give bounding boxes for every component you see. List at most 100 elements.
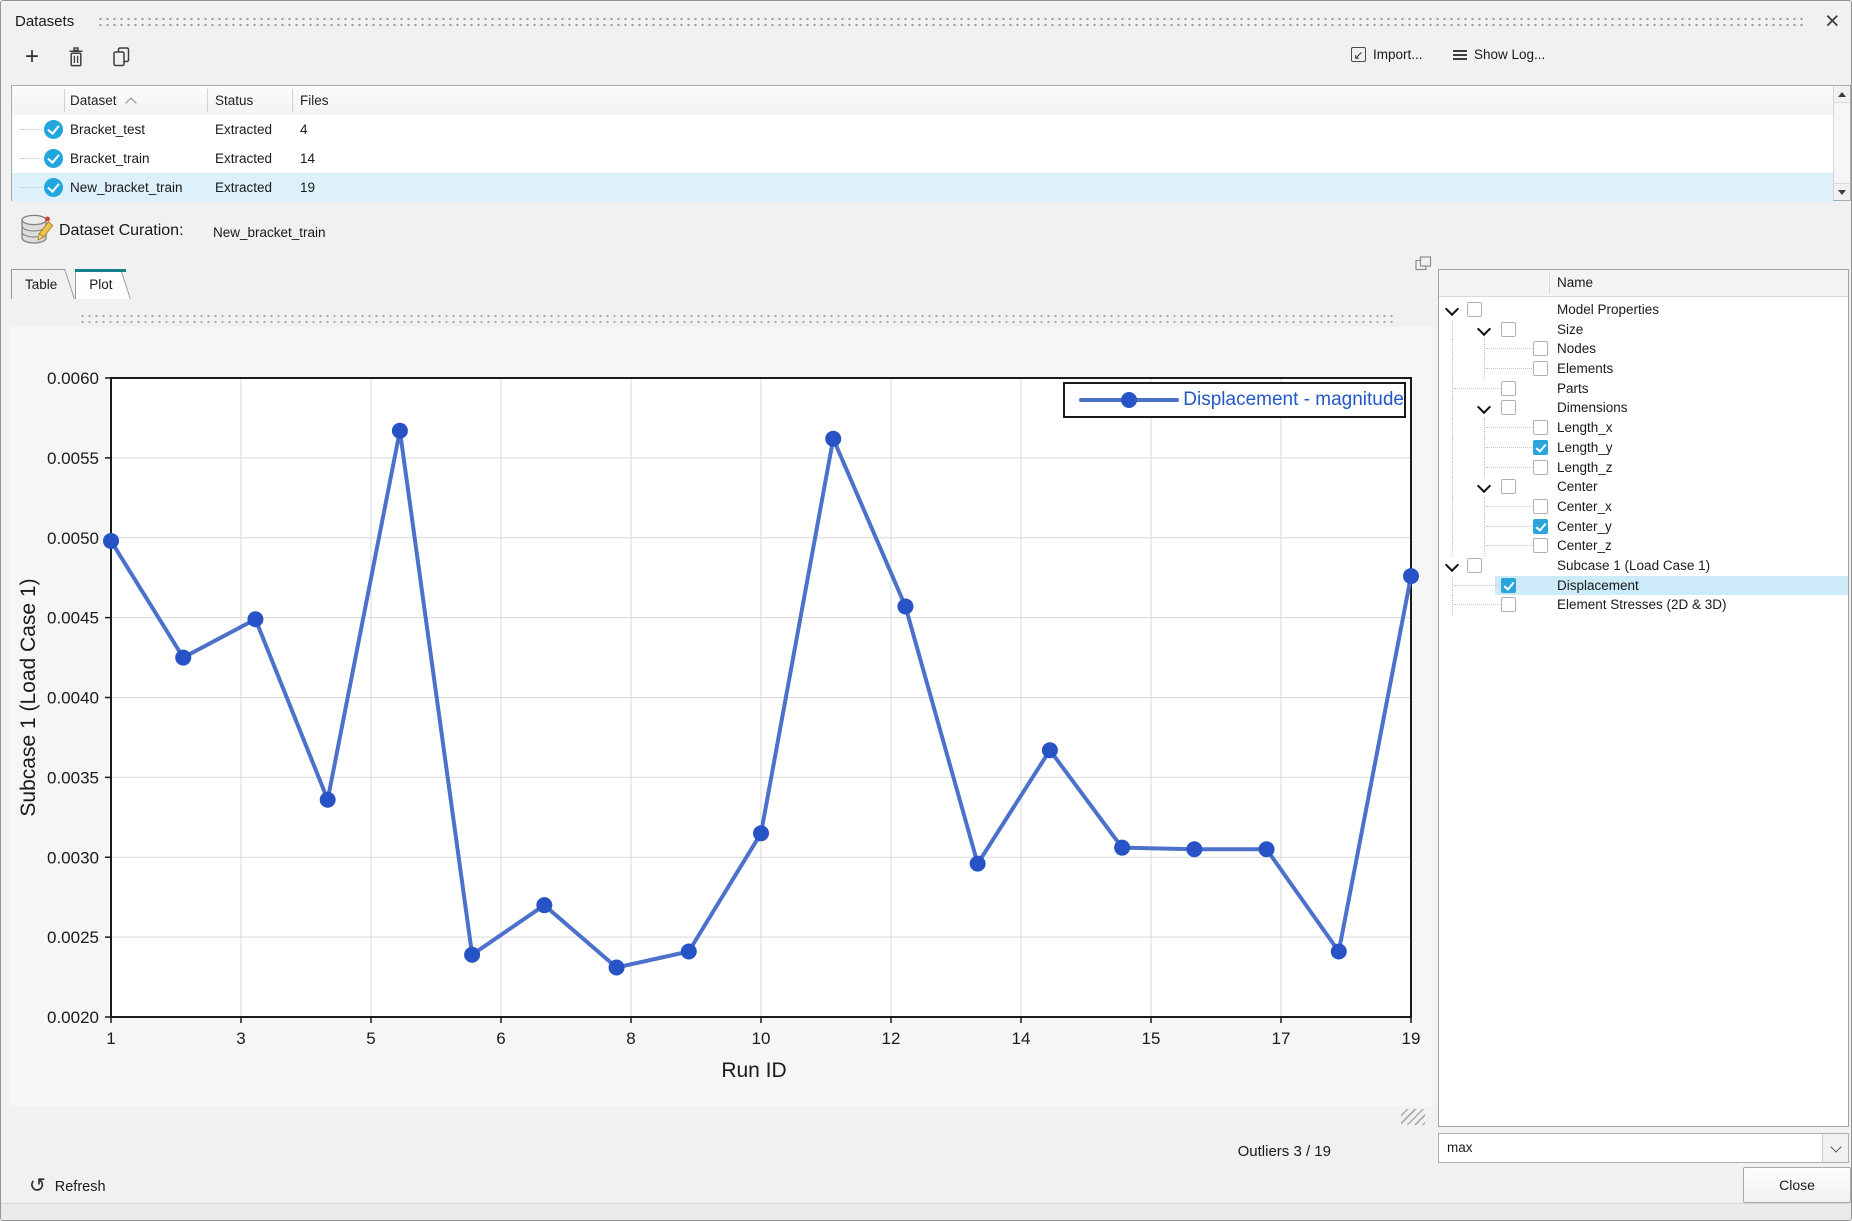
scroll-up-icon[interactable] (1834, 86, 1850, 103)
svg-text:8: 8 (626, 1029, 635, 1048)
dataset-curation-icon (19, 213, 53, 249)
duplicate-dataset-button[interactable] (106, 43, 136, 71)
checkbox[interactable] (1533, 440, 1548, 455)
table-row[interactable]: New_bracket_trainExtracted19 (12, 173, 1833, 202)
tree-item[interactable]: Length_y (1439, 438, 1848, 458)
svg-text:1: 1 (106, 1029, 115, 1048)
tree-header-name: Name (1557, 275, 1593, 290)
checkbox[interactable] (1533, 361, 1548, 376)
scroll-down-icon[interactable] (1834, 183, 1850, 200)
close-button[interactable]: Close (1743, 1167, 1851, 1203)
svg-text:5: 5 (366, 1029, 375, 1048)
plus-icon: + (25, 45, 39, 69)
tree-item-label: Displacement (1557, 578, 1639, 593)
tree-item-label: Model Properties (1557, 302, 1659, 317)
tree-item-label: Element Stresses (2D & 3D) (1557, 597, 1727, 612)
checkbox[interactable] (1501, 322, 1516, 337)
tab-plot[interactable]: Plot (75, 269, 116, 299)
checkbox[interactable] (1533, 460, 1548, 475)
svg-text:0.0025: 0.0025 (47, 928, 99, 947)
expander-chevron-icon[interactable] (1477, 400, 1491, 414)
tree-item-label: Length_x (1557, 420, 1613, 435)
import-label: Import... (1373, 47, 1423, 62)
tree-item[interactable]: Parts (1439, 379, 1848, 399)
curation-title: Dataset Curation: (59, 222, 184, 240)
chart-legend[interactable]: Displacement - magnitude (1063, 382, 1406, 418)
import-button[interactable]: ↙ Import... (1351, 47, 1423, 62)
column-header-dataset[interactable]: Dataset (70, 86, 135, 115)
table-row[interactable]: Bracket_testExtracted4 (12, 115, 1833, 144)
add-dataset-button[interactable]: + (17, 43, 47, 71)
expander-chevron-icon[interactable] (1477, 322, 1491, 336)
checkbox[interactable] (1501, 597, 1516, 612)
tree-item[interactable]: Center_z (1439, 536, 1848, 556)
import-icon: ↙ (1351, 47, 1366, 62)
expander-chevron-icon[interactable] (1477, 479, 1491, 493)
bottom-status-strip (1, 1203, 1851, 1220)
svg-text:0.0040: 0.0040 (47, 689, 99, 708)
dropdown-arrow-button[interactable] (1822, 1134, 1848, 1162)
checkbox[interactable] (1467, 302, 1482, 317)
dataset-files-cell: 4 (300, 122, 308, 137)
view-tabs: Table Plot (11, 269, 117, 299)
tree-item[interactable]: Subcase 1 (Load Case 1) (1439, 556, 1848, 576)
dataset-name-cell: Bracket_test (70, 122, 145, 137)
tree-item[interactable]: Center_y (1439, 517, 1848, 537)
close-icon[interactable]: × (1821, 5, 1844, 38)
refresh-icon: ↺ (29, 1176, 46, 1196)
chevron-down-icon (1830, 1141, 1841, 1152)
popout-window-icon[interactable] (1415, 256, 1432, 271)
tree-item[interactable]: Length_x (1439, 418, 1848, 438)
trash-icon (67, 47, 85, 67)
tree-item[interactable]: Elements (1439, 359, 1848, 379)
checkbox[interactable] (1533, 538, 1548, 553)
tab-table[interactable]: Table (11, 269, 61, 299)
delete-dataset-button[interactable] (61, 43, 91, 71)
plot-area-drag-handle[interactable] (79, 313, 1393, 323)
tree-item-label: Size (1557, 322, 1583, 337)
checkbox[interactable] (1533, 499, 1548, 514)
tree-item[interactable]: Element Stresses (2D & 3D) (1439, 595, 1848, 615)
aggregation-dropdown[interactable]: max (1438, 1133, 1849, 1163)
tree-item-label: Length_y (1557, 440, 1613, 455)
dataset-extracted-check-icon[interactable] (44, 149, 63, 168)
checkbox[interactable] (1501, 479, 1516, 494)
tree-item[interactable]: Nodes (1439, 339, 1848, 359)
checkbox[interactable] (1533, 420, 1548, 435)
dataset-table: Dataset Status Files Bracket_testExtract… (11, 85, 1851, 201)
tree-item[interactable]: Length_z (1439, 458, 1848, 478)
dataset-extracted-check-icon[interactable] (44, 178, 63, 197)
checkbox[interactable] (1467, 558, 1482, 573)
expander-chevron-icon[interactable] (1445, 302, 1459, 316)
dataset-name-cell: Bracket_train (70, 151, 150, 166)
checkbox[interactable] (1533, 341, 1548, 356)
column-header-files[interactable]: Files (300, 86, 329, 115)
tree-item[interactable]: Displacement (1439, 576, 1848, 596)
plot-resize-grip[interactable] (1401, 1109, 1425, 1125)
dataset-extracted-check-icon[interactable] (44, 120, 63, 139)
show-log-button[interactable]: Show Log... (1453, 47, 1545, 62)
checkbox[interactable] (1501, 381, 1516, 396)
table-row[interactable]: Bracket_trainExtracted14 (12, 144, 1833, 173)
panel-drag-handle[interactable] (97, 16, 1803, 27)
svg-text:19: 19 (1402, 1029, 1421, 1048)
checkbox[interactable] (1533, 519, 1548, 534)
checkbox[interactable] (1501, 578, 1516, 593)
plot-canvas[interactable]: 0.00200.00250.00300.00350.00400.00450.00… (9, 327, 1433, 1107)
refresh-button[interactable]: ↺ Refresh (29, 1177, 106, 1197)
svg-text:Run ID: Run ID (721, 1059, 786, 1082)
sort-ascending-icon (125, 97, 136, 108)
tree-item[interactable]: Center_x (1439, 497, 1848, 517)
checkbox[interactable] (1501, 400, 1516, 415)
expander-chevron-icon[interactable] (1445, 558, 1459, 572)
tree-item-label: Subcase 1 (Load Case 1) (1557, 558, 1710, 573)
tree-item[interactable]: Center (1439, 477, 1848, 497)
column-header-status[interactable]: Status (215, 86, 253, 115)
tree-item[interactable]: Size (1439, 320, 1848, 340)
show-log-label: Show Log... (1474, 47, 1545, 62)
svg-text:6: 6 (496, 1029, 505, 1048)
tree-item[interactable]: Dimensions (1439, 398, 1848, 418)
svg-text:17: 17 (1272, 1029, 1291, 1048)
tree-item[interactable]: Model Properties (1439, 300, 1848, 320)
table-scrollbar[interactable] (1833, 86, 1850, 200)
